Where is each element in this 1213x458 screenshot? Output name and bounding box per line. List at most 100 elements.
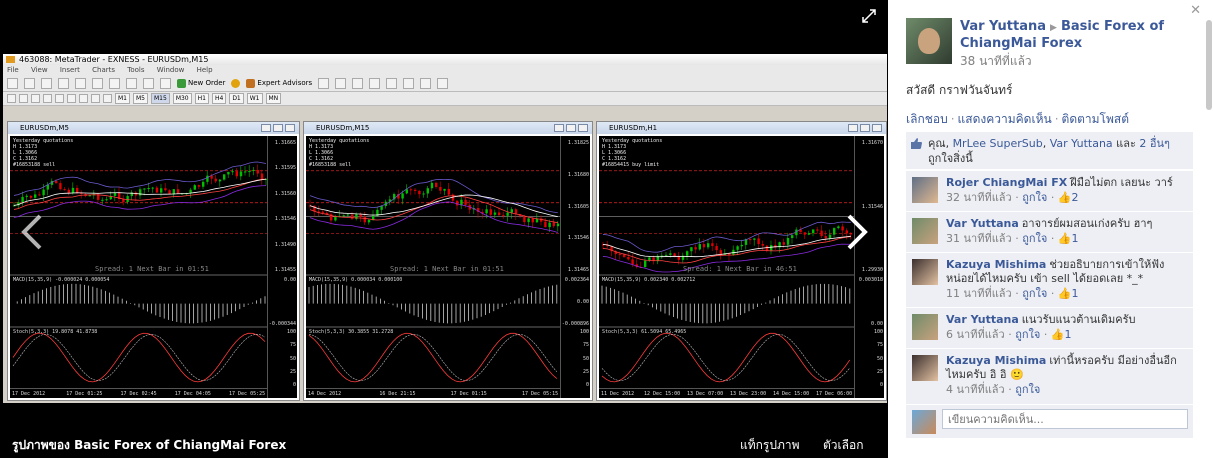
comment-like-count[interactable]: 2 [1072, 191, 1079, 204]
comment-body: Rojer ChiangMai FX ฝีมือไม่ตก เลยนะ วาร์ 3… [946, 176, 1187, 205]
post-timestamp[interactable]: 38 นาทีที่แล้ว [960, 52, 1032, 71]
panel-scrollbar[interactable] [1206, 20, 1212, 420]
likes-summary: คุณ, MrLee SuperSub, Var Yuttana และ 2 อ… [906, 132, 1193, 169]
chart-header: EURUSDm,M5 [8, 122, 299, 134]
price-tick-label: 1.31605 [567, 203, 589, 210]
mt-toolbar-icon [403, 77, 415, 89]
post-header: Var Yuttana ▶ Basic Forex of ChiangMai For… [960, 19, 1180, 52]
likes-and: และ [1116, 137, 1136, 150]
commenter-avatar[interactable] [912, 355, 938, 381]
macd-label: MACD(15,35,9) 0.002340 0.002712 [602, 277, 696, 283]
close-icon[interactable]: ✕ [1190, 3, 1201, 18]
time-tick-label: 17 Dec 05:25 [229, 391, 266, 397]
commenter-name[interactable]: Var Yuttana [946, 217, 1019, 230]
mt-draw-tool-icon [91, 94, 100, 103]
photo-options-link[interactable]: ตัวเลือก [823, 436, 863, 455]
chart-header: EURUSDm,H1 [597, 122, 886, 134]
comment-like-link[interactable]: ถูกใจ [1022, 191, 1047, 204]
macd-tick-label: 0.00 [870, 321, 883, 327]
mt-toolbar-icon [92, 77, 103, 89]
comment-like-link[interactable]: ถูกใจ [1015, 383, 1040, 396]
comment-like-count[interactable]: 1 [1072, 232, 1079, 245]
comment-like-link[interactable]: ถูกใจ [1022, 287, 1047, 300]
mt-toolbar-icon [369, 77, 381, 89]
liker-link[interactable]: Var Yuttana [1050, 137, 1113, 150]
commenter-name[interactable]: Kazuya Mishima [946, 354, 1046, 367]
mt-menu-item: View [30, 66, 48, 74]
comment-time[interactable]: 31 นาทีที่แล้ว [946, 232, 1012, 245]
liker-link[interactable]: MrLee SuperSub [953, 137, 1043, 150]
comment-time[interactable]: 4 นาทีที่แล้ว [946, 383, 1005, 396]
chart-title: EURUSDm,M5 [20, 124, 69, 132]
yesterday-quotations: Yesterday quotations H 1.3173 L 1.3066 C… [602, 138, 663, 168]
comment-text: ฝีมือไม่ตก เลยนะ วาร์ [1070, 176, 1173, 189]
comment-like-link[interactable]: ถูกใจ [1015, 328, 1040, 341]
fullscreen-icon[interactable] [862, 9, 876, 23]
mt-menu-item: Charts [92, 66, 116, 74]
comment-meta: 31 นาทีที่แล้ว · ถูกใจ · 👍1 [946, 232, 1079, 245]
follow-post-link[interactable]: ติดตามโพสต์ [1062, 112, 1130, 126]
stoch-tick-label: 0 [879, 382, 883, 388]
scrollbar-thumb[interactable] [1206, 20, 1212, 110]
commenter-name[interactable]: Rojer ChiangMai FX [946, 176, 1067, 189]
expert-advisors-icon [246, 78, 256, 88]
spread-info: Spread: 1 Next Bar in 01:51 [390, 265, 504, 273]
author-avatar[interactable] [906, 18, 952, 64]
thumbs-up-icon [911, 138, 922, 149]
price-tick-label: 1.29930 [861, 267, 883, 273]
commenter-avatar[interactable] [912, 259, 938, 285]
mt-warning [231, 78, 241, 88]
photo-stage: 463088: MetaTrader - EXNESS - EURUSDm,M1… [0, 0, 888, 458]
next-photo-arrow-icon[interactable] [843, 212, 871, 252]
mt-toolbar-icon [58, 77, 69, 89]
comment-time[interactable]: 6 นาทีที่แล้ว [946, 328, 1005, 341]
new-order-icon [177, 78, 186, 88]
comment-link[interactable]: แสดงความคิดเห็น [958, 112, 1052, 126]
commenter-name[interactable]: Var Yuttana [946, 313, 1019, 326]
mt-titlebar: 463088: MetaTrader - EXNESS - EURUSDm,M1… [3, 54, 887, 65]
stoch-label: Stoch(5,3,3) 30.3855 31.2728 [309, 329, 394, 335]
comment-item: Kazuya Mishima เท่านี้หรอครับ มีอย่างอื่น… [906, 348, 1193, 404]
stoch-tick-label: 100 [286, 329, 296, 335]
commenter-avatar[interactable] [912, 177, 938, 203]
mt-toolbar-icon [7, 77, 18, 89]
time-tick-label: 17 Dec 06:00 [816, 391, 853, 397]
time-tick-label: 14 Dec 15:00 [773, 391, 810, 397]
likes-others-link[interactable]: 2 อื่นๆ [1139, 137, 1170, 150]
minimize-icon [554, 124, 564, 132]
unlike-link[interactable]: เลิกชอบ [906, 112, 948, 126]
comment-like-count[interactable]: 1 [1065, 328, 1072, 341]
previous-photo-arrow-icon[interactable] [18, 212, 46, 252]
stoch-tick-label: 75 [289, 342, 296, 349]
commenter-name[interactable]: Kazuya Mishima [946, 258, 1046, 271]
comment-body: Kazuya Mishima ช่วยอธิบายการเข้าให้ฟังหน่… [946, 258, 1187, 301]
macd-tick-label: 0.002364 [564, 277, 589, 283]
comment-like-count[interactable]: 1 [1072, 287, 1079, 300]
time-tick-label: 17 Dec 01:25 [66, 391, 103, 397]
commenter-avatar[interactable] [912, 218, 938, 244]
author-link[interactable]: Var Yuttana [960, 19, 1046, 34]
commenter-avatar[interactable] [912, 314, 938, 340]
close-icon [285, 124, 295, 132]
mt-menu-item: Tools [127, 66, 145, 74]
price-tick-label: 1.31825 [567, 140, 589, 146]
chart-body: Yesterday quotations H 1.3173 L 1.3066 C… [306, 136, 590, 398]
comment-like-link[interactable]: ถูกใจ [1022, 232, 1047, 245]
tag-photo-link[interactable]: แท็กรูปภาพ [740, 436, 800, 455]
chart-window-m15: EURUSDm,M15 Yesterday quotations H 1.3173… [303, 121, 593, 401]
mt-window-title: 463088: MetaTrader - EXNESS - EURUSDm,M1… [19, 55, 209, 64]
mt-draw-tool-icon [55, 94, 64, 103]
mt-timeframe-button: MN [265, 93, 282, 104]
spread-info: Spread: 1 Next Bar in 01:51 [95, 265, 209, 273]
macd-label: MACD(15,35,9) 0.000034 0.000100 [309, 277, 403, 283]
comment-time[interactable]: 11 นาทีที่แล้ว [946, 287, 1012, 300]
comment-input[interactable] [942, 409, 1188, 429]
separator: · [950, 112, 955, 126]
mt-timeframe-button: H1 [194, 93, 209, 104]
comment-time[interactable]: 32 นาทีที่แล้ว [946, 191, 1012, 204]
mt-new-order: New Order [177, 78, 225, 88]
mt-toolbar-icon [24, 77, 35, 89]
yesterday-quotations: Yesterday quotations H 1.3173 L 1.3066 C… [309, 138, 370, 168]
macd-label: MACD(15,35,9) -0.000024 0.000054 [13, 277, 110, 283]
chart-title: EURUSDm,M15 [316, 124, 370, 132]
